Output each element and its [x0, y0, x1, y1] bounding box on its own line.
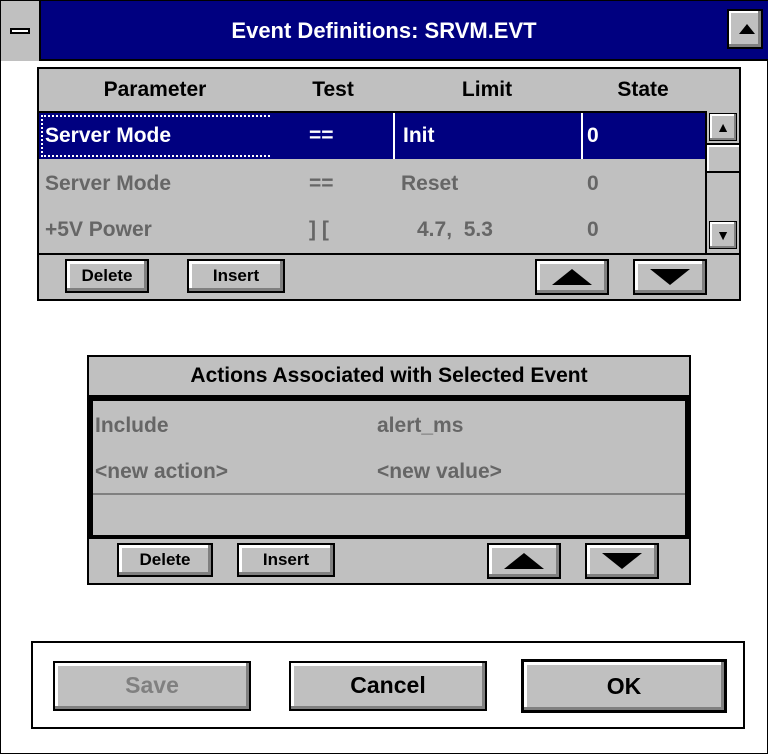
cell-state: 0: [587, 218, 599, 241]
actions-list: Include alert_ms <new action> <new value…: [89, 397, 689, 539]
maximize-button[interactable]: [727, 9, 763, 49]
caret-up-icon: [739, 24, 755, 34]
column-header-state: State: [617, 78, 669, 101]
cell-parameter: Server Mode: [45, 124, 172, 147]
table-row-selected[interactable]: Server Mode == Init 0: [39, 113, 705, 159]
scroll-down-arrow-icon[interactable]: ▼: [709, 221, 737, 249]
arrow-down-icon: [650, 269, 690, 285]
minus-icon: [10, 28, 30, 34]
cell-limit: 4.7, 5.3: [417, 218, 493, 241]
arrow-up-icon: [552, 269, 592, 285]
action-value: alert_ms: [377, 414, 464, 437]
list-separator: [93, 493, 685, 495]
cell-divider: [393, 113, 395, 159]
arrow-down-icon: [602, 553, 642, 569]
list-item[interactable]: <new action> <new value>: [93, 447, 685, 493]
dialog-window: Event Definitions: SRVM.EVT Parameter Te…: [0, 0, 768, 754]
system-menu-button[interactable]: [1, 1, 41, 61]
action-name: <new action>: [95, 460, 229, 483]
cell-state: 0: [587, 172, 599, 195]
table-row[interactable]: +5V Power ] [ 4.7, 5.3 0: [39, 207, 705, 253]
cell-limit: Init: [403, 124, 435, 147]
list-item[interactable]: Include alert_ms: [93, 401, 685, 447]
ok-button[interactable]: OK: [521, 659, 727, 713]
action-move-down-button[interactable]: [585, 543, 659, 579]
save-button[interactable]: Save: [53, 661, 251, 711]
column-header-parameter: Parameter: [103, 78, 207, 101]
action-move-up-button[interactable]: [487, 543, 561, 579]
action-value: <new value>: [377, 460, 502, 483]
cell-parameter: +5V Power: [45, 218, 152, 241]
event-move-down-button[interactable]: [633, 259, 707, 295]
action-name: Include: [95, 414, 169, 437]
cell-divider: [581, 113, 583, 159]
event-move-up-button[interactable]: [535, 259, 609, 295]
cell-test: ==: [309, 172, 334, 195]
table-row[interactable]: Server Mode == Reset 0: [39, 161, 705, 207]
cell-test: ==: [309, 124, 334, 147]
event-insert-button[interactable]: Insert: [187, 259, 285, 293]
cell-state: 0: [587, 124, 599, 147]
scroll-thumb[interactable]: [707, 143, 739, 173]
cancel-button[interactable]: Cancel: [289, 661, 487, 711]
actions-panel-title: Actions Associated with Selected Event: [190, 364, 588, 387]
events-scrollbar[interactable]: ▲ ▼: [705, 111, 739, 253]
scroll-up-arrow-icon[interactable]: ▲: [709, 113, 737, 141]
cell-parameter: Server Mode: [45, 172, 172, 195]
window-title: Event Definitions: SRVM.EVT: [231, 18, 537, 43]
action-delete-button[interactable]: Delete: [117, 543, 213, 577]
cell-test: ] [: [309, 218, 329, 241]
column-header-limit: Limit: [461, 78, 513, 101]
table-bottom-border: [39, 253, 739, 255]
action-insert-button[interactable]: Insert: [237, 543, 335, 577]
arrow-up-icon: [504, 553, 544, 569]
column-header-test: Test: [312, 78, 354, 101]
cell-divider: [271, 113, 273, 159]
cell-limit: Reset: [401, 172, 459, 195]
event-delete-button[interactable]: Delete: [65, 259, 149, 293]
